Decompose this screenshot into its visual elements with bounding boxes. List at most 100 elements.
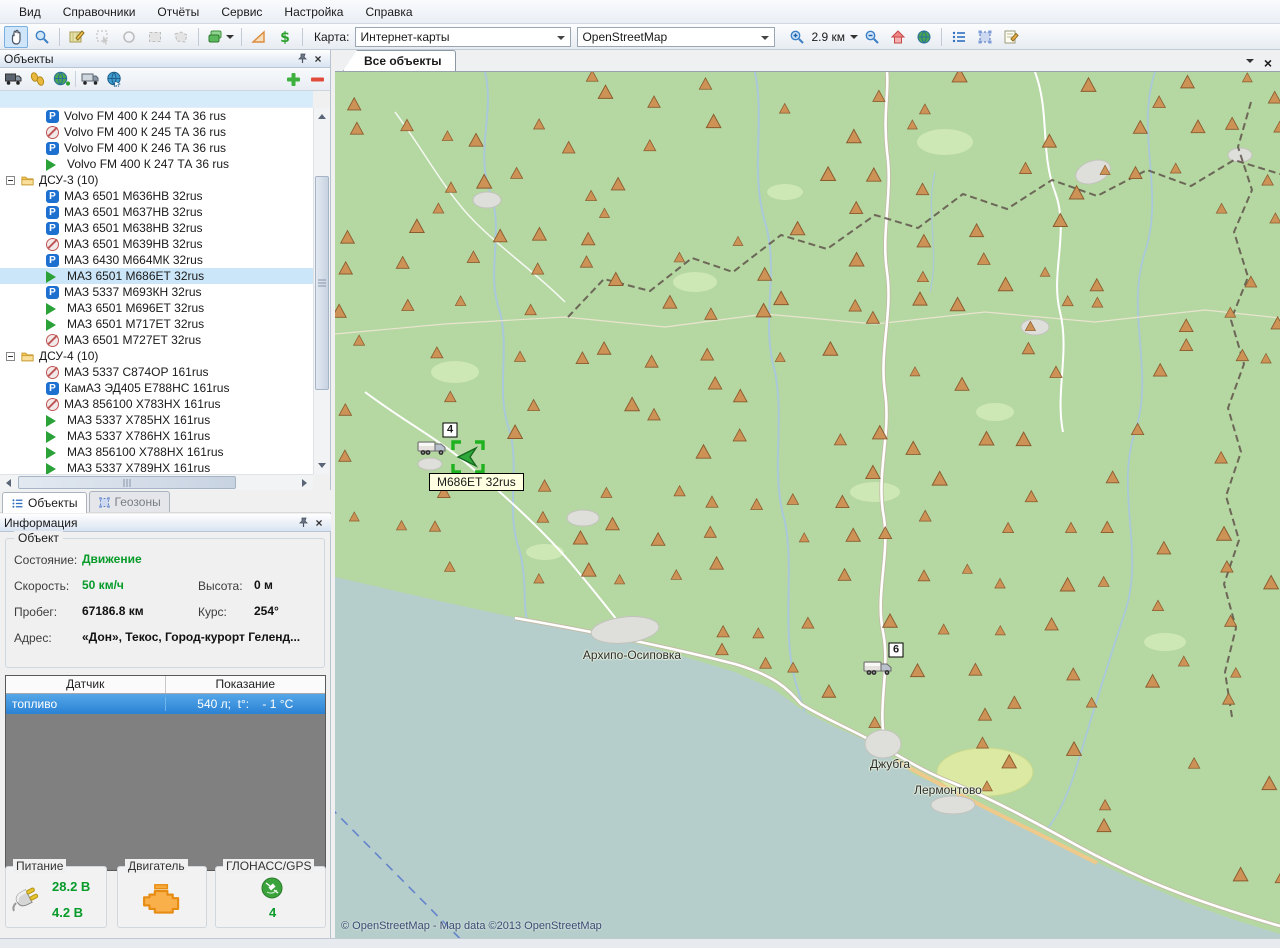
menu-item-Справка[interactable]: Справка (354, 2, 423, 22)
edit-map-button[interactable] (65, 26, 89, 48)
parking-status-icon: P (46, 382, 59, 395)
tree-item[interactable]: PКамАЗ ЭД405 Е788НС 161rus (0, 380, 313, 396)
tree-item[interactable]: PМАЗ 5337 М693КН 32rus (0, 284, 313, 300)
zoom-scale-dropdown-arrow[interactable] (850, 35, 858, 43)
tree-horizontal-scrollbar[interactable] (0, 474, 313, 490)
sensor-row[interactable]: топливо540 л; t°: - 1 °C (6, 694, 325, 714)
tree-expander-icon[interactable] (6, 176, 15, 185)
zoom-tool-button[interactable] (30, 26, 54, 48)
tree-item[interactable]: PМАЗ 6501 М638НВ 32rus (0, 220, 313, 236)
tree-item[interactable]: PМАЗ 6501 М637НВ 32rus (0, 204, 313, 220)
tree-filter-input[interactable] (0, 91, 313, 108)
tree-item[interactable]: МАЗ 5337 Х789НХ 161rus (0, 460, 313, 474)
close-map-tab-icon[interactable]: × (1264, 55, 1272, 71)
vehicle-marker[interactable] (417, 438, 447, 458)
menu-item-Вид[interactable]: Вид (8, 2, 52, 22)
info-panel-title: Информация (4, 516, 295, 530)
tree-item[interactable]: Volvo FM 400 К 245 ТА 36 rus (0, 124, 313, 140)
offline-status-icon (46, 398, 59, 411)
vehicle-card-button[interactable] (80, 69, 100, 89)
scroll-down-button[interactable] (314, 458, 330, 474)
layers-button[interactable] (204, 26, 236, 48)
cost-button[interactable]: $ (273, 26, 297, 48)
tree-item[interactable]: PМАЗ 6430 М664МК 32rus (0, 252, 313, 268)
scrollbar-thumb[interactable] (18, 476, 236, 489)
tree-group[interactable]: ДСУ-4 (10) (0, 348, 313, 364)
pin-icon[interactable] (295, 516, 311, 530)
truck-card-icon (81, 73, 99, 86)
tree-group[interactable]: ДСУ-3 (10) (0, 172, 313, 188)
menu-item-Справочники[interactable]: Справочники (52, 2, 147, 22)
tree-item[interactable]: PVolvo FM 400 К 246 ТА 36 rus (0, 140, 313, 156)
scrollbar-thumb[interactable] (315, 176, 329, 390)
map-provider-value: Интернет-карты (360, 30, 449, 44)
tab-objects-label: Объекты (28, 496, 78, 510)
folder-icon (21, 350, 34, 363)
tree-item[interactable]: МАЗ 5337 С874ОР 161rus (0, 364, 313, 380)
show-vehicle-button[interactable] (3, 69, 23, 89)
tree-item[interactable]: МАЗ 6501 М727ЕТ 32rus (0, 332, 313, 348)
tree-item[interactable]: МАЗ 6501 М686ЕТ 32rus (0, 268, 313, 284)
tree-item[interactable]: МАЗ 6501 М717ЕТ 32rus (0, 316, 313, 332)
tree-item[interactable]: МАЗ 6501 М696ЕТ 32rus (0, 300, 313, 316)
draw-rectangle-button[interactable] (143, 26, 167, 48)
list-icon (951, 29, 967, 45)
tree-item-label: Volvo FM 400 К 245 ТА 36 rus (64, 125, 226, 139)
tab-objects[interactable]: Объекты (2, 492, 87, 513)
tab-geozones[interactable]: Геозоны (89, 491, 170, 512)
pan-tool-button[interactable] (4, 26, 28, 48)
remove-object-button[interactable] (307, 69, 327, 89)
measure-button[interactable] (247, 26, 271, 48)
show-on-map-button[interactable] (51, 69, 71, 89)
map-layer-select[interactable]: OpenStreetMap (577, 27, 775, 47)
draw-polygon-button[interactable] (169, 26, 193, 48)
scroll-right-button[interactable] (297, 475, 313, 491)
gps-group: ГЛОНАСС/GPS 4 (215, 866, 326, 928)
course-label: Курс: (198, 605, 227, 619)
tree-item[interactable]: МАЗ 6501 М639НВ 32rus (0, 236, 313, 252)
cluster-count-badge[interactable]: 4 (443, 423, 458, 438)
tree-item[interactable]: МАЗ 856100 Х783НХ 161rus (0, 396, 313, 412)
close-icon[interactable]: × (311, 516, 327, 530)
notes-button[interactable] (999, 26, 1023, 48)
zoom-out-button[interactable] (860, 26, 884, 48)
tree-vertical-scrollbar[interactable] (313, 108, 330, 474)
tree-item[interactable]: МАЗ 5337 Х786НХ 161rus (0, 428, 313, 444)
tree-expander-icon[interactable] (6, 352, 15, 361)
object-list-button[interactable] (947, 26, 971, 48)
geozone-select-button[interactable] (973, 26, 997, 48)
main-toolbar: $ Карта: Интернет-карты OpenStreetMap 2.… (0, 24, 1280, 50)
close-icon[interactable]: × (310, 52, 326, 66)
add-object-button[interactable] (283, 69, 303, 89)
map-viewport[interactable]: М686ЕТ 32rus © OpenStreetMap - Map data … (335, 72, 1280, 938)
globe-view-button[interactable] (912, 26, 936, 48)
show-track-button[interactable] (27, 69, 47, 89)
zoom-scale-value: 2.9 км (811, 30, 845, 44)
follow-object-button[interactable] (104, 69, 124, 89)
zoom-in-button[interactable] (785, 26, 809, 48)
select-object-button[interactable] (91, 26, 115, 48)
sensor-value: 540 л; t°: - 1 °C (166, 697, 326, 711)
draw-circle-button[interactable] (117, 26, 141, 48)
scroll-left-button[interactable] (0, 475, 16, 491)
menu-item-Отчёты[interactable]: Отчёты (146, 2, 210, 22)
truck-marker-icon (417, 438, 447, 458)
tree-item[interactable]: МАЗ 5337 Х785НХ 161rus (0, 412, 313, 428)
moving-status-icon (46, 271, 62, 283)
menu-item-Сервис[interactable]: Сервис (210, 2, 273, 22)
tree-item[interactable]: PМАЗ 6501 М636НВ 32rus (0, 188, 313, 204)
scroll-up-button[interactable] (314, 108, 330, 124)
offline-status-icon (46, 366, 59, 379)
menu-item-Настройка[interactable]: Настройка (273, 2, 354, 22)
tab-list-dropdown-icon[interactable] (1246, 59, 1254, 67)
pin-icon[interactable] (294, 52, 310, 66)
home-view-button[interactable] (886, 26, 910, 48)
tree-item[interactable]: PVolvo FM 400 К 244 ТА 36 rus (0, 108, 313, 124)
tree-item[interactable]: МАЗ 856100 Х788НХ 161rus (0, 444, 313, 460)
tree-item[interactable]: Volvo FM 400 К 247 ТА 36 rus (0, 156, 313, 172)
cluster-count-badge[interactable]: 6 (889, 643, 904, 658)
tree-item-label: МАЗ 5337 Х786НХ 161rus (67, 429, 210, 443)
vehicle-marker[interactable] (863, 658, 893, 678)
map-provider-select[interactable]: Интернет-карты (355, 27, 571, 47)
tab-all-objects[interactable]: Все объекты (343, 50, 456, 71)
